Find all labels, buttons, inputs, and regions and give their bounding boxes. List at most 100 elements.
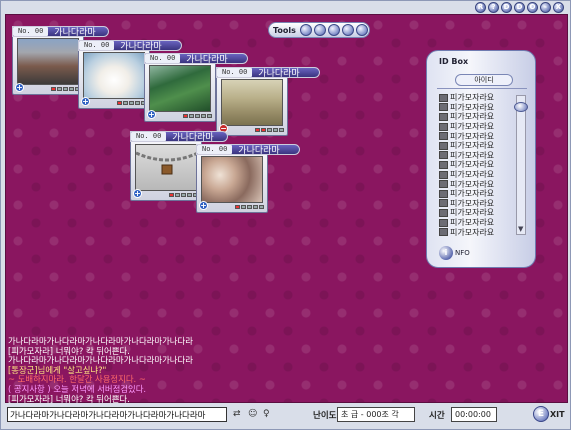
room-slots	[117, 101, 146, 105]
scroll-thumb[interactable]	[514, 102, 528, 112]
close-icon[interactable]: X	[553, 2, 564, 13]
room-card-6[interactable]: +	[196, 151, 268, 213]
tool-list-icon[interactable]	[341, 24, 354, 36]
user-avatar-icon	[439, 228, 448, 237]
id-name: 피가모자라요	[450, 227, 495, 237]
user-avatar-icon	[439, 93, 448, 102]
id-list-scrollbar[interactable]: ▼	[514, 95, 528, 235]
tools-label: Tools	[273, 25, 296, 35]
difficulty-value: 초 급 - 000조 각	[337, 407, 415, 422]
room-open-icon: +	[147, 110, 156, 119]
id-column-header: 아이디	[455, 74, 513, 86]
room-slots	[51, 87, 80, 91]
game-lobby-board: Tools + No. 00 가나다라마 + No. 00 가나다라마 + No…	[5, 14, 568, 403]
room-thumbnail-polar-bear	[83, 52, 145, 99]
user-avatar-icon	[439, 189, 448, 198]
info-label: NFO	[455, 249, 470, 257]
window-controls: R ? D D O - X	[475, 2, 564, 13]
room-open-icon: +	[199, 201, 208, 210]
chat-line: [피가모자라] 너뭐야? 칵 뒤어쁜다.	[8, 393, 130, 404]
time-value: 00:00:00	[451, 407, 497, 422]
room-open-icon: +	[133, 189, 142, 198]
option2-icon[interactable]: D	[514, 2, 525, 13]
user-avatar-icon	[439, 122, 448, 131]
time-label: 시간	[429, 411, 445, 421]
room-open-icon: +	[15, 83, 24, 92]
room-number: No. 00	[13, 27, 49, 36]
user-avatar-icon	[439, 112, 448, 121]
info-button[interactable]: i NFO	[439, 246, 470, 260]
chat-log: 가나다라마가나다라마가나다라마가나다라마가나다라 [피가모자라] 너뭐야? 칵 뒤…	[8, 336, 258, 404]
ranking-icon[interactable]: R	[475, 2, 486, 13]
room-tag-3[interactable]: No. 00 가나다라마	[144, 53, 248, 65]
id-list: 피가모자라요 피가모자라요 피가모자라요 피가모자라요 피가모자라요 피가모자라요 피가모자…	[439, 93, 515, 237]
room-tag-2[interactable]: No. 00 가나다라마	[78, 40, 182, 52]
help-icon[interactable]: ?	[488, 2, 499, 13]
user-avatar-icon	[439, 218, 448, 227]
scroll-down-icon[interactable]: ▼	[518, 225, 523, 233]
room-tag-5[interactable]: No. 00 가나다라마	[130, 131, 228, 143]
room-name: 가나다라마	[54, 28, 96, 38]
room-thumbnail-locked	[135, 144, 199, 191]
user-avatar-icon	[439, 141, 448, 150]
bottom-bar: ⇄ ☺ ♀ 난이도 초 급 - 000조 각 시간 00:00:00 E XIT	[5, 404, 568, 426]
id-box-panel: ID Box 아이디 피가모자라요 피가모자라요 피가모자라요 피가모자라요 피가모자라…	[426, 50, 536, 268]
user-avatar-icon	[439, 180, 448, 189]
room-card-4[interactable]: −	[216, 74, 288, 136]
room-name: 가나다라마	[172, 133, 214, 143]
room-slots	[255, 128, 284, 132]
room-thumbnail-jungle	[149, 65, 211, 112]
room-card-3[interactable]: +	[144, 60, 216, 122]
user-avatar-icon	[439, 151, 448, 160]
send-icon[interactable]: ⇄	[233, 409, 241, 419]
room-tag-6[interactable]: No. 00 가나다라마	[196, 144, 300, 156]
id-box-title: ID Box	[439, 57, 469, 66]
room-slots	[235, 205, 264, 209]
room-number: No. 00	[131, 132, 167, 141]
emoticon-icon[interactable]: ☺	[248, 409, 257, 419]
user-avatar-icon	[439, 199, 448, 208]
room-card-2[interactable]: +	[78, 47, 150, 109]
tool-settings-icon[interactable]	[355, 24, 368, 36]
room-number: No. 00	[217, 68, 253, 77]
difficulty-label: 난이도	[313, 411, 337, 421]
restore-icon[interactable]: O	[527, 2, 538, 13]
tool-create-room-icon[interactable]	[299, 24, 312, 36]
user-avatar-icon	[439, 132, 448, 141]
puzzle-game-window: R ? D D O - X Tools + No. 00 가나다라마 + No.…	[0, 0, 571, 430]
minimize-icon[interactable]: -	[540, 2, 551, 13]
user-avatar-icon	[439, 170, 448, 179]
room-tag-4[interactable]: No. 00 가나다라마	[216, 67, 320, 79]
user-icon[interactable]: ♀	[263, 409, 270, 419]
room-number: No. 00	[79, 41, 115, 50]
exit-icon[interactable]: E	[533, 406, 549, 422]
chain-lock-icon	[135, 151, 199, 175]
room-thumbnail-street	[17, 38, 79, 85]
exit-label: XIT	[550, 409, 565, 419]
user-avatar-icon	[439, 103, 448, 112]
room-name: 가나다라마	[258, 69, 300, 79]
option-icon[interactable]: D	[501, 2, 512, 13]
room-open-icon: +	[81, 97, 90, 106]
room-thumbnail-shells	[201, 156, 263, 203]
room-number: No. 00	[145, 54, 181, 63]
room-card-5[interactable]: +	[130, 139, 202, 201]
room-slots	[169, 193, 198, 197]
user-avatar-icon	[439, 160, 448, 169]
room-name: 가나다라마	[186, 55, 228, 65]
room-slots	[183, 114, 212, 118]
room-tag-1[interactable]: No. 00 가나다라마	[12, 26, 109, 38]
room-card-1[interactable]: +	[12, 33, 84, 95]
info-icon[interactable]: i	[439, 246, 453, 260]
user-avatar-icon	[439, 208, 448, 217]
tools-bar: Tools	[268, 22, 370, 38]
room-thumbnail-statues	[221, 79, 283, 126]
room-number: No. 00	[197, 145, 233, 154]
chat-input[interactable]	[7, 407, 227, 422]
room-name: 가나다라마	[238, 146, 280, 156]
room-name: 가나다라마	[120, 42, 162, 52]
tool-search-icon[interactable]	[327, 24, 340, 36]
exit-button[interactable]: E XIT	[533, 406, 565, 422]
tool-join-icon[interactable]	[313, 24, 326, 36]
id-list-row[interactable]: 피가모자라요	[439, 227, 515, 237]
